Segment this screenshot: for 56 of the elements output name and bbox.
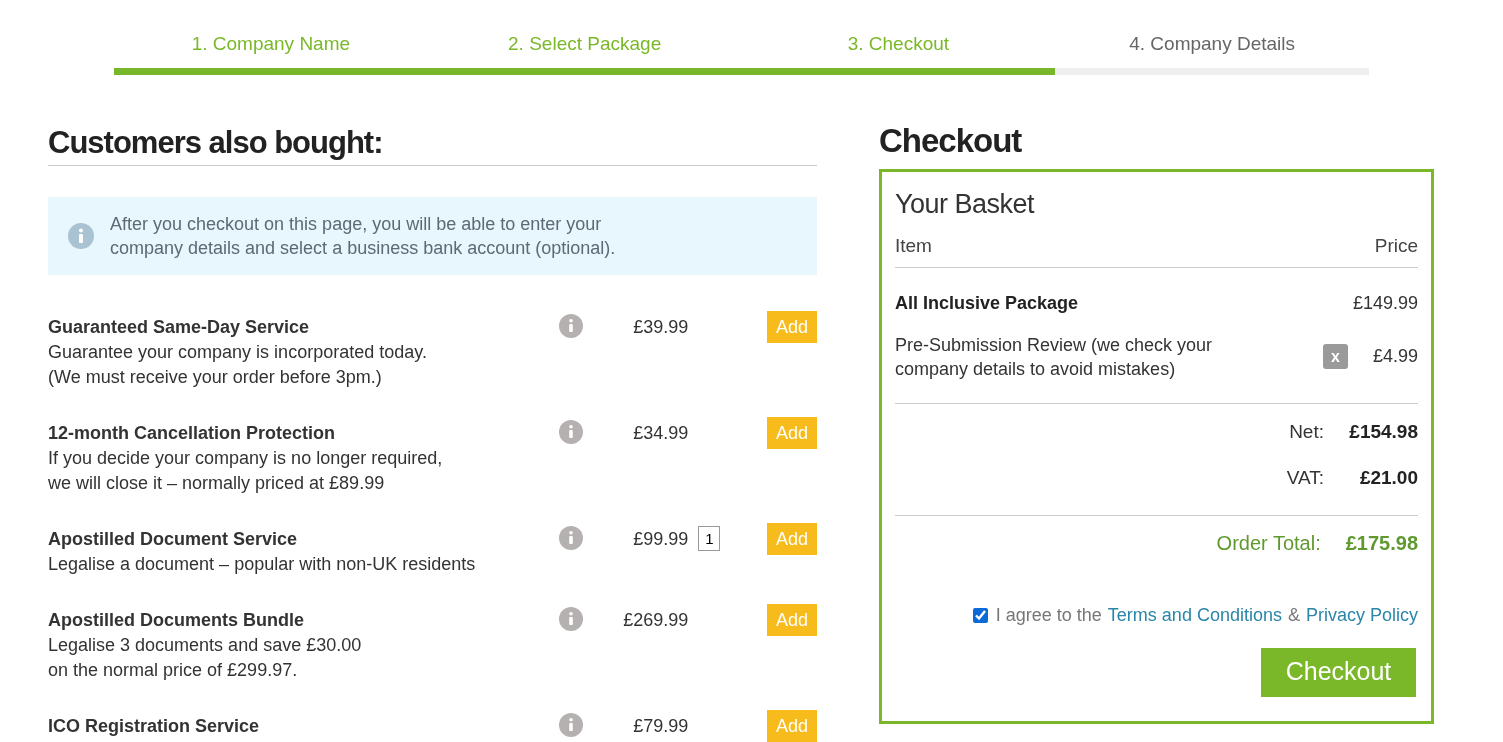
agree-text: I agree to the	[995, 603, 1102, 627]
notice-text: After you checkout on this page, you will be able to enter your company details and select a business bank account (optional).	[110, 213, 617, 260]
item-price: £269.99	[622, 609, 689, 632]
add-button[interactable]: Add	[767, 523, 817, 555]
checkout-heading: Checkout	[879, 123, 1023, 159]
add-button[interactable]: Add	[767, 311, 817, 343]
line-item-price: £4.99	[1372, 345, 1418, 368]
total-value: £175.98	[1345, 530, 1418, 556]
total-label: VAT:	[1286, 466, 1324, 490]
item-name: 12-month Cancellation Protection	[48, 422, 337, 445]
total-label: Net:	[1289, 419, 1324, 444]
agree-text: &	[1287, 603, 1300, 627]
step-label: 3. Checkout	[847, 32, 950, 56]
item-description: on the normal price of £299.97.	[48, 659, 299, 682]
total-value: £21.00	[1358, 466, 1418, 490]
info-icon[interactable]	[558, 420, 583, 444]
item-description: Guarantee your company is incorporated today.	[48, 341, 428, 364]
item-description: Legalise 3 documents and save £30.00	[48, 634, 363, 657]
add-button[interactable]: Add	[767, 710, 817, 742]
step-label: 1. Company Name	[191, 32, 351, 56]
item-price: £34.99	[632, 422, 689, 445]
line-item-name: All Inclusive Package	[895, 292, 1080, 315]
item-price: £99.99	[632, 528, 689, 551]
info-icon[interactable]	[558, 713, 583, 737]
line-item-price: £149.99	[1352, 291, 1418, 315]
section-heading: Customers also bought:	[48, 125, 817, 166]
column-header: Price	[1374, 234, 1418, 258]
line-item-name: Pre-Submission Review (we check your company details to avoid mistakes)	[895, 333, 1214, 381]
item-name: Apostilled Documents Bundle	[48, 609, 306, 632]
info-icon[interactable]	[558, 314, 583, 338]
add-button[interactable]: Add	[767, 604, 817, 636]
item-description: Legalise a document – popular with non-UK residents	[48, 553, 477, 576]
step-label: 2. Select Package	[508, 32, 662, 56]
privacy-link[interactable]: Privacy Policy	[1305, 601, 1418, 629]
item-name: Apostilled Document Service	[48, 528, 299, 551]
item-name: ICO Registration Service	[48, 715, 261, 738]
info-icon[interactable]	[558, 526, 583, 550]
item-price: £39.99	[632, 316, 689, 339]
basket-title: Your Basket	[895, 188, 1036, 220]
total-label: Order Total:	[1216, 530, 1321, 556]
column-header: Item	[895, 234, 932, 258]
info-icon	[68, 223, 94, 249]
item-price: £79.99	[632, 715, 689, 738]
step-label: 4. Company Details	[1129, 32, 1295, 56]
item-name: Guaranteed Same-Day Service	[48, 316, 311, 339]
add-button[interactable]: Add	[767, 417, 817, 449]
terms-link[interactable]: Terms and Conditions	[1107, 601, 1282, 629]
info-icon[interactable]	[558, 607, 583, 631]
total-value: £154.98	[1349, 419, 1418, 444]
quantity-field[interactable]: 1	[698, 526, 721, 551]
remove-button[interactable]: x	[1322, 344, 1348, 369]
item-description: we will close it – normally priced at £89.99	[48, 472, 386, 495]
checkout-button[interactable]: Checkout	[1261, 647, 1416, 697]
agree-checkbox[interactable]	[972, 607, 988, 623]
item-description: (We must receive your order before 3pm.)	[48, 366, 383, 389]
item-description: If you decide your company is no longer required,	[48, 447, 444, 470]
